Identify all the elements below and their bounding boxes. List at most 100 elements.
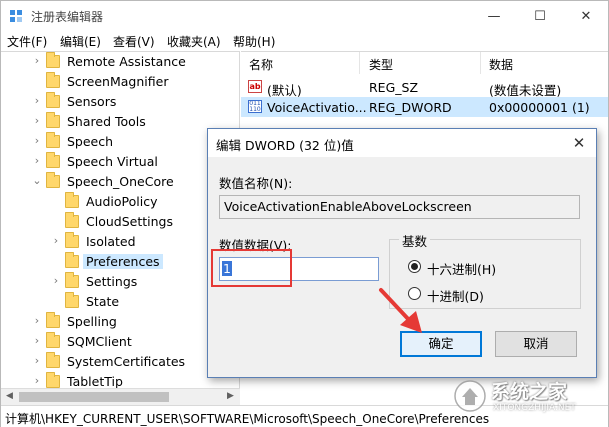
cancel-button[interactable]: 取消 <box>495 331 577 357</box>
folder-icon <box>65 252 79 268</box>
chevron-right-icon[interactable]: › <box>31 374 43 387</box>
tree-item[interactable]: Preferences <box>1 252 239 272</box>
column-divider[interactable] <box>480 52 481 74</box>
tree-item[interactable]: AudioPolicy <box>1 192 239 212</box>
menu-bar: 文件(F) 编辑(E) 查看(V) 收藏夹(A) 帮助(H) <box>1 31 608 51</box>
tree-item-label: Speech Virtual <box>67 154 158 169</box>
tree-item[interactable]: › Shared Tools <box>1 112 239 132</box>
tree-item[interactable]: › Speech Virtual <box>1 152 239 172</box>
close-icon: ✕ <box>580 8 592 24</box>
value-row-voiceactivation[interactable]: 011 110 VoiceActivatio... REG_DWORD 0x00… <box>241 97 608 117</box>
tree-item[interactable]: State <box>1 292 239 312</box>
chevron-right-icon[interactable]: › <box>50 234 62 247</box>
tree-item[interactable]: › Speech <box>1 132 239 152</box>
scroll-right-icon[interactable]: ▶ <box>227 391 234 401</box>
folder-icon <box>46 172 60 188</box>
tree-item[interactable]: ⌄ Speech_OneCore <box>1 172 239 192</box>
tree-item[interactable]: CloudSettings <box>1 212 239 232</box>
folder-icon <box>46 352 60 368</box>
tree-item[interactable]: › SystemCertificates <box>1 352 239 372</box>
dialog-close-button[interactable]: ✕ <box>566 131 592 155</box>
tree-item-label: SystemCertificates <box>67 354 186 369</box>
value-type: REG_SZ <box>369 80 419 95</box>
tree-item[interactable]: › TabletTip <box>1 372 239 388</box>
scroll-left-icon[interactable]: ◀ <box>6 391 13 401</box>
tree-item-label: Shared Tools <box>67 114 146 129</box>
dialog-title-bar: 编辑 DWORD (32 位)值 ✕ <box>208 129 596 157</box>
tree-item-label: Speech <box>67 134 114 149</box>
tree-item-label: SQMClient <box>67 334 132 349</box>
chevron-right-icon[interactable]: › <box>31 94 43 107</box>
watermark: 系统之家 XITONGZHIJIA.NET <box>453 373 607 425</box>
tree-item[interactable]: › Spelling <box>1 312 239 332</box>
tree-item[interactable]: › SQMClient <box>1 332 239 352</box>
close-button[interactable]: ✕ <box>563 1 609 31</box>
folder-icon <box>46 52 60 68</box>
maximize-icon: ☐ <box>534 8 546 24</box>
tree-item[interactable]: › Remote Assistance <box>1 52 239 72</box>
folder-icon <box>65 292 79 308</box>
folder-icon <box>46 72 60 88</box>
maximize-button[interactable]: ☐ <box>517 1 563 31</box>
menu-file[interactable]: 文件(F) <box>7 33 47 50</box>
folder-icon <box>46 152 60 168</box>
string-value-icon: ab <box>248 80 262 93</box>
menu-help[interactable]: 帮助(H) <box>233 33 275 50</box>
tree-item-label: Sensors <box>67 94 117 109</box>
annotation-arrow-icon <box>379 288 422 333</box>
folder-icon <box>46 372 60 388</box>
tree-item[interactable]: › Isolated <box>1 232 239 252</box>
chevron-right-icon[interactable]: › <box>31 114 43 127</box>
value-row-default[interactable]: ab (默认) REG_SZ (数值未设置) <box>241 77 608 98</box>
folder-icon <box>46 92 60 108</box>
chevron-right-icon[interactable]: › <box>31 154 43 167</box>
tree-item[interactable]: › Sensors <box>1 92 239 112</box>
watermark-logo-icon <box>454 380 486 412</box>
tree-horizontal-scrollbar[interactable]: ◀ ▶ <box>1 388 240 405</box>
chevron-down-icon[interactable]: ⌄ <box>31 174 43 187</box>
folder-icon <box>65 232 79 248</box>
folder-icon <box>65 212 79 228</box>
menu-view[interactable]: 查看(V) <box>113 33 155 50</box>
folder-icon <box>46 112 60 128</box>
minimize-button[interactable]: — <box>471 1 517 31</box>
watermark-text: 系统之家 <box>491 381 568 403</box>
menu-favorites[interactable]: 收藏夹(A) <box>167 33 221 50</box>
chevron-right-icon[interactable]: › <box>50 274 62 287</box>
chevron-right-icon[interactable]: › <box>31 354 43 367</box>
value-name-label: 数值名称(N): <box>219 176 293 191</box>
scrollbar-thumb[interactable] <box>19 392 169 402</box>
column-header-type[interactable]: 类型 <box>369 56 393 73</box>
folder-icon <box>65 192 79 208</box>
column-header-data[interactable]: 数据 <box>489 56 513 73</box>
tree-item[interactable]: ScreenMagnifier <box>1 72 239 92</box>
folder-icon <box>46 332 60 348</box>
dec-radio-label[interactable]: 十进制(D) <box>427 286 484 305</box>
hex-radio-label[interactable]: 十六进制(H) <box>427 259 496 278</box>
status-path: 计算机\HKEY_CURRENT_USER\SOFTWARE\Microsoft… <box>5 412 490 426</box>
chevron-right-icon[interactable]: › <box>31 334 43 347</box>
binary-value-icon: 011 110 <box>248 100 262 113</box>
edit-dword-dialog: 编辑 DWORD (32 位)值 ✕ 数值名称(N): VoiceActivat… <box>207 128 597 378</box>
tree-item-label: Remote Assistance <box>67 54 186 69</box>
chevron-right-icon[interactable]: › <box>31 314 43 327</box>
chevron-right-icon[interactable]: › <box>31 134 43 147</box>
tree-item[interactable]: › Settings <box>1 272 239 292</box>
chevron-right-icon[interactable]: › <box>31 54 43 67</box>
hex-radio[interactable] <box>408 260 421 273</box>
minimize-icon: — <box>487 8 501 24</box>
menu-edit[interactable]: 编辑(E) <box>60 33 101 50</box>
tree-item-label: CloudSettings <box>86 214 173 229</box>
registry-tree[interactable]: › Remote Assistance ScreenMagnifier › Sensor… <box>1 51 240 388</box>
column-header-name[interactable]: 名称 <box>249 56 273 73</box>
value-type: REG_DWORD <box>369 100 452 115</box>
highlight-box <box>211 249 292 287</box>
base-label: 基数 <box>399 231 431 250</box>
tree-item-label: ScreenMagnifier <box>67 74 169 89</box>
tree-item-label: Settings <box>86 274 138 289</box>
column-divider[interactable] <box>359 52 360 74</box>
watermark-subtext: XITONGZHIJIA.NET <box>493 403 576 413</box>
tree-item-label: Spelling <box>67 314 117 329</box>
title-bar: 注册表编辑器 — ☐ ✕ <box>1 1 608 31</box>
dialog-title: 编辑 DWORD (32 位)值 <box>216 138 354 153</box>
